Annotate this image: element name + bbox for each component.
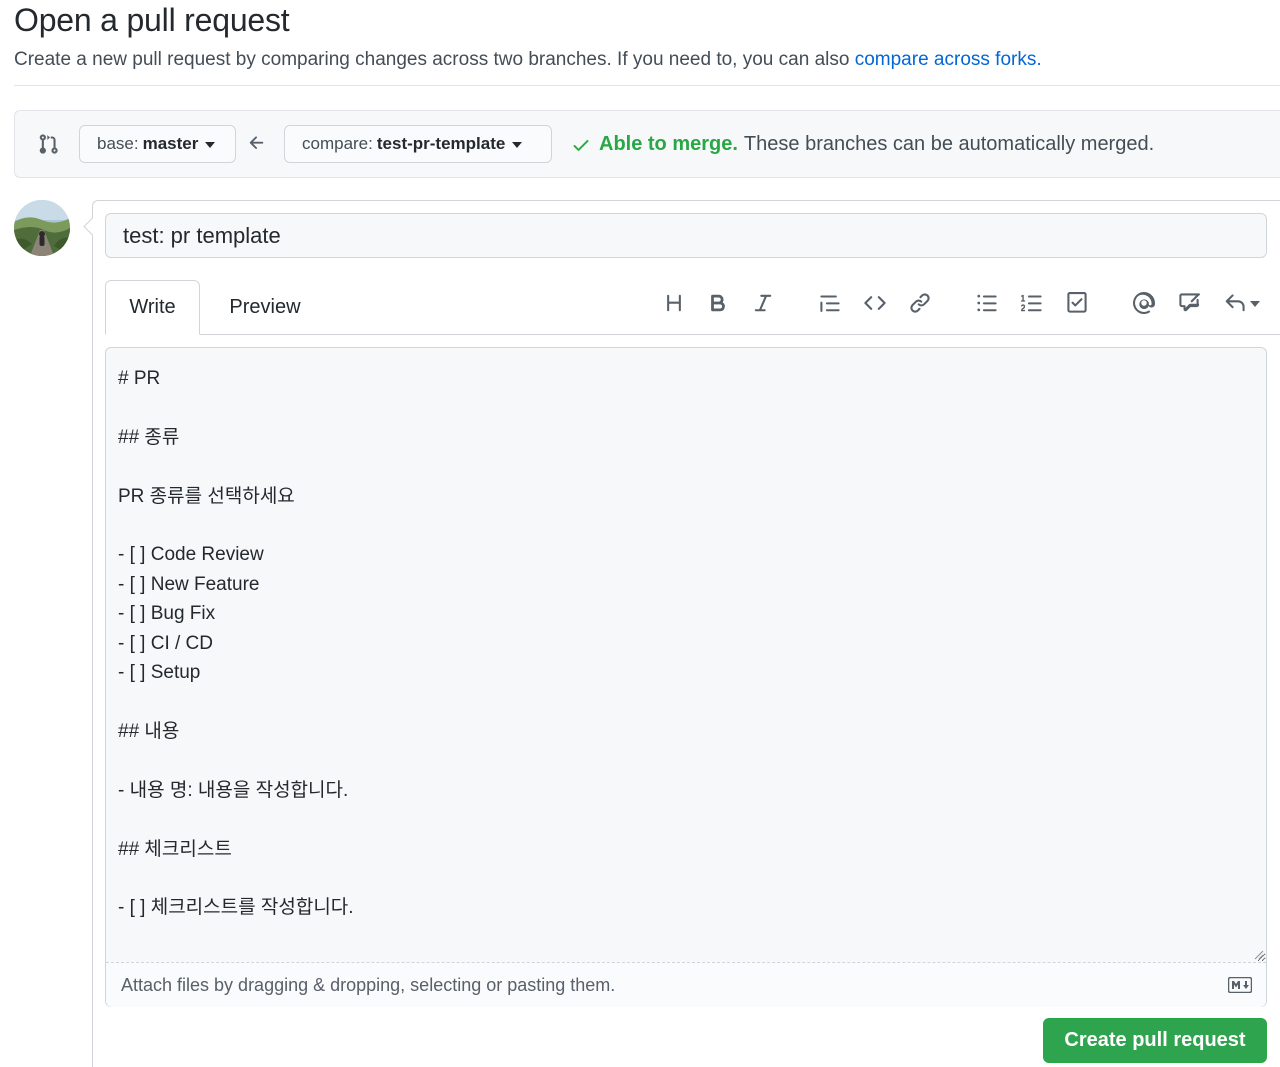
file-attach-zone[interactable]: Attach files by dragging & dropping, sel… bbox=[106, 962, 1266, 1007]
merge-status: Able to merge. These branches can be aut… bbox=[571, 133, 1154, 156]
compare-branch-select[interactable]: compare: test-pr-template bbox=[284, 125, 552, 163]
markdown-icon bbox=[1228, 977, 1252, 993]
compare-label: compare: bbox=[302, 134, 373, 153]
create-pull-request-button[interactable]: Create pull request bbox=[1043, 1018, 1267, 1063]
avatar[interactable] bbox=[14, 200, 70, 256]
resize-handle-icon[interactable] bbox=[1254, 950, 1264, 960]
arrow-left-icon bbox=[249, 136, 264, 149]
unordered-list-button[interactable] bbox=[974, 290, 1000, 316]
merge-description: These branches can be automatically merg… bbox=[743, 133, 1155, 155]
subtitle-text: Create a new pull request by comparing c… bbox=[14, 49, 855, 70]
chevron-down-icon bbox=[205, 142, 216, 148]
base-value: master bbox=[142, 134, 199, 153]
ordered-list-button[interactable] bbox=[1019, 290, 1045, 316]
code-icon bbox=[864, 296, 886, 310]
base-label: base: bbox=[97, 134, 139, 153]
divider bbox=[14, 85, 1280, 86]
mention-icon bbox=[1133, 292, 1155, 314]
reply-icon bbox=[1225, 294, 1245, 312]
cross-reference-button[interactable] bbox=[1176, 290, 1202, 316]
task-list-button[interactable] bbox=[1064, 290, 1090, 316]
branch-range-bar: base: master compare: test-pr-template A… bbox=[14, 110, 1280, 178]
italic-icon bbox=[754, 294, 772, 312]
task-list-icon bbox=[1067, 292, 1087, 313]
italic-button[interactable] bbox=[750, 290, 776, 316]
heading-icon bbox=[667, 294, 681, 312]
ordered-list-icon bbox=[1021, 294, 1042, 312]
cross-reference-icon bbox=[1179, 293, 1200, 312]
mention-button[interactable] bbox=[1131, 290, 1157, 316]
bold-button[interactable] bbox=[705, 290, 731, 316]
page-subtitle: Create a new pull request by comparing c… bbox=[14, 49, 1042, 71]
tab-preview[interactable]: Preview bbox=[200, 280, 330, 335]
code-button[interactable] bbox=[862, 290, 888, 316]
heading-button[interactable] bbox=[661, 290, 687, 316]
comment-editor: # PR ## 종류 PR 종류를 선택하세요 - [ ] Code Revie… bbox=[105, 347, 1267, 1007]
saved-replies-button[interactable] bbox=[1221, 290, 1263, 316]
link-icon bbox=[910, 293, 930, 313]
compare-icon bbox=[39, 134, 58, 154]
unordered-list-icon bbox=[977, 294, 997, 312]
bold-icon bbox=[711, 294, 725, 312]
link-button[interactable] bbox=[907, 290, 933, 316]
tab-write[interactable]: Write bbox=[105, 280, 200, 335]
chevron-down-icon bbox=[1250, 301, 1260, 307]
check-icon bbox=[573, 139, 589, 151]
quote-button[interactable] bbox=[817, 290, 843, 316]
base-branch-select[interactable]: base: master bbox=[79, 125, 236, 163]
quote-icon bbox=[820, 295, 840, 312]
compare-forks-link[interactable]: compare across forks. bbox=[855, 49, 1042, 70]
merge-ok-text: Able to merge. bbox=[599, 133, 738, 155]
attach-files-text: Attach files by dragging & dropping, sel… bbox=[121, 975, 616, 995]
pr-body-textarea[interactable]: # PR ## 종류 PR 종류를 선택하세요 - [ ] Code Revie… bbox=[106, 348, 1266, 962]
avatar-image bbox=[14, 200, 70, 256]
compare-value: test-pr-template bbox=[376, 134, 506, 153]
page-title: Open a pull request bbox=[14, 2, 290, 38]
chevron-down-icon bbox=[512, 142, 523, 148]
pr-title-input[interactable] bbox=[105, 213, 1267, 258]
